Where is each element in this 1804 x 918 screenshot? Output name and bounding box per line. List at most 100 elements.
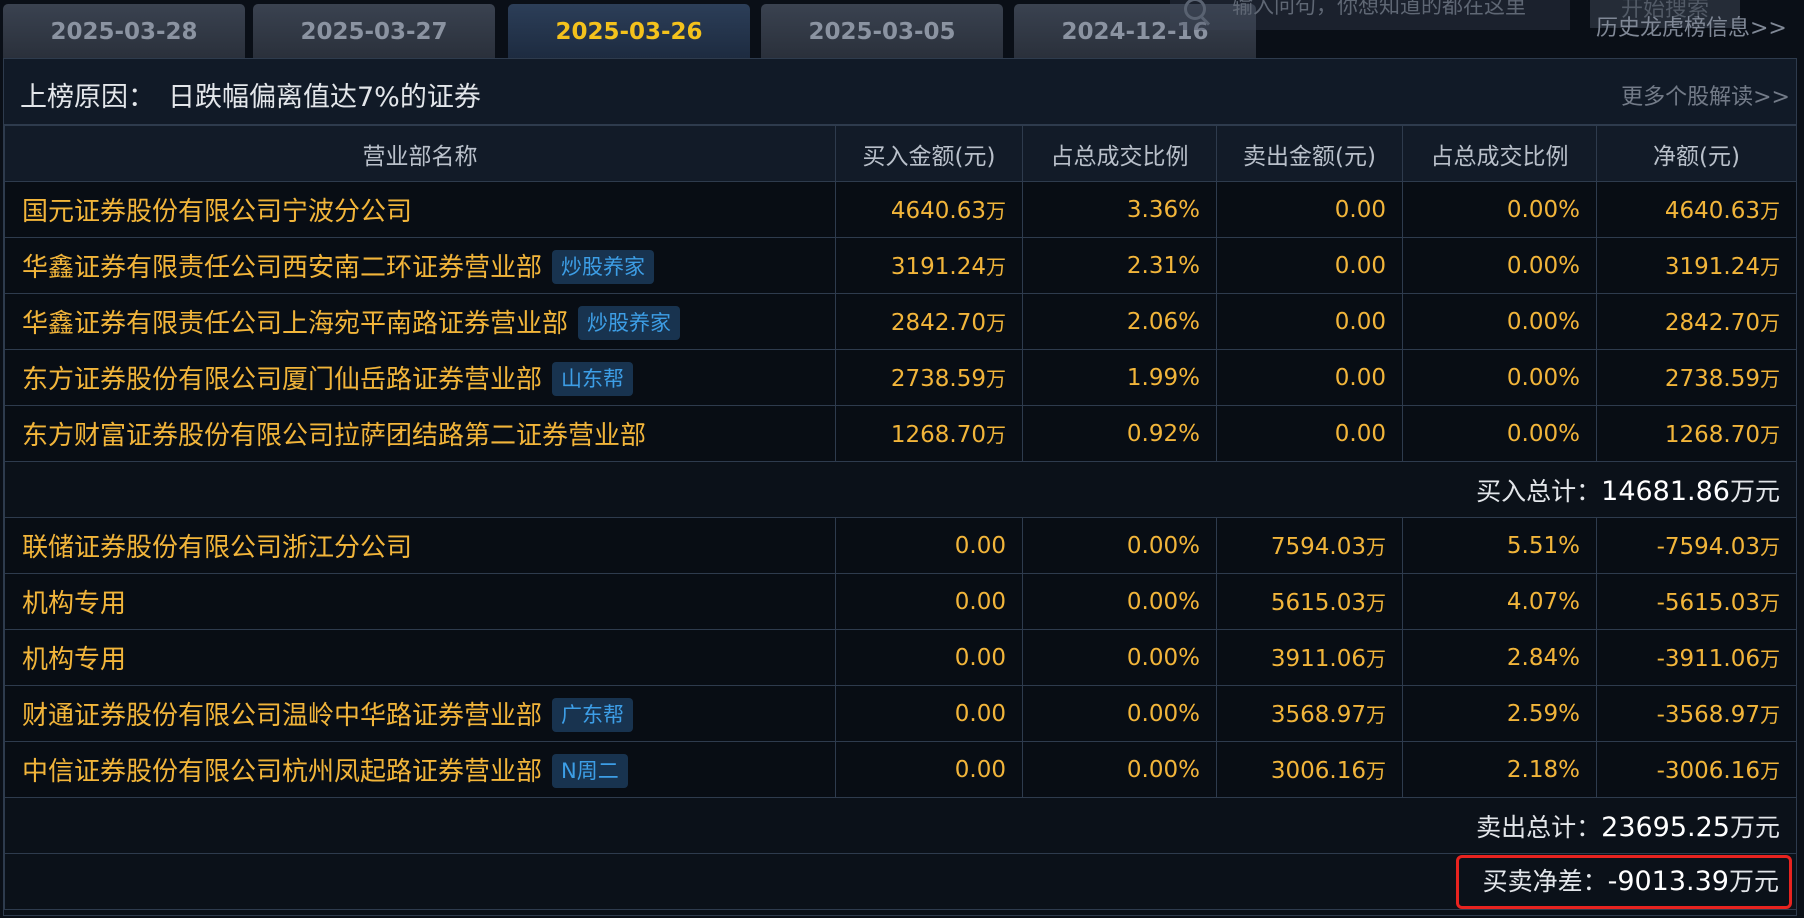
sell-ratio-cell-value: 2.59% — [1506, 700, 1580, 727]
history-link[interactable]: 历史龙虎榜信息>> — [1596, 10, 1787, 42]
broker-name-cell[interactable]: 机构专用 — [4, 629, 836, 686]
header-broker-name: 营业部名称 — [4, 125, 836, 182]
unit-label: 万 — [986, 423, 1006, 447]
buy-amount-cell-value: 0.00 — [954, 700, 1006, 727]
header-buy-amount: 买入金额(元) — [835, 125, 1023, 182]
unit-label: 万 — [986, 199, 1006, 223]
broker-name-cell[interactable]: 华鑫证券有限责任公司上海宛平南路证券营业部 炒股养家 — [4, 293, 836, 350]
sell-amount-cell: 3006.16万 — [1216, 741, 1403, 798]
buy-total-value: 14681.86 — [1601, 475, 1730, 507]
broker-name[interactable]: 机构专用 — [22, 645, 126, 675]
sell-ratio-cell-value: 5.51% — [1506, 532, 1580, 559]
table-row[interactable]: 华鑫证券有限责任公司西安南二环证券营业部 炒股养家 3191.24万 2.31% 0.0… — [4, 237, 1797, 294]
unit-label: 万 — [1760, 703, 1780, 727]
net-diff-unit: 万元 — [1728, 866, 1779, 896]
listing-reason-row: 上榜原因： 日跌幅偏离值达7%的证券 更多个股解读>> — [4, 59, 1796, 125]
search-input[interactable]: 输入问句，你想知道的都在这里 — [1170, 0, 1570, 30]
broker-name[interactable]: 联储证券股份有限公司浙江分公司 — [22, 533, 412, 563]
sell-total-value: 23695.25 — [1601, 811, 1730, 843]
broker-name[interactable]: 中信证券股份有限公司杭州凤起路证券营业部 — [22, 757, 542, 787]
sell-ratio-cell-value: 2.84% — [1506, 644, 1580, 671]
unit-label: 万 — [1760, 591, 1780, 615]
table-row[interactable]: 联储证券股份有限公司浙江分公司 0.00 0.00% 7594.03万 5.51% -75… — [4, 517, 1797, 574]
buy-ratio-cell: 2.31% — [1022, 237, 1217, 294]
net-diff-cell: 买卖净差：-9013.39万元 — [4, 853, 1797, 910]
unit-label: 万 — [1760, 255, 1780, 279]
search-icon — [1184, 0, 1206, 20]
sell-amount-cell-value: 3568.97 — [1270, 702, 1366, 728]
broker-name[interactable]: 华鑫证券有限责任公司西安南二环证券营业部 — [22, 253, 542, 283]
table-row[interactable]: 国元证券股份有限公司宁波分公司 4640.63万 3.36% 0.00 0.00% 464… — [4, 181, 1797, 238]
buy-amount-cell-value: 0.00 — [954, 756, 1006, 783]
trader-tag[interactable]: 山东帮 — [552, 362, 634, 396]
tab-2025-03-26[interactable]: 2025-03-26 — [508, 4, 750, 58]
tab-2025-03-28[interactable]: 2025-03-28 — [3, 4, 245, 58]
broker-name[interactable]: 东方证券股份有限公司厦门仙岳路证券营业部 — [22, 365, 542, 395]
sell-amount-cell-value: 0.00 — [1334, 308, 1386, 335]
net-amount-cell: 1268.70万 — [1596, 405, 1797, 462]
tab-2025-03-05[interactable]: 2025-03-05 — [761, 4, 1003, 58]
buy-ratio-cell-value: 0.92% — [1126, 420, 1200, 447]
table-row[interactable]: 财通证券股份有限公司温岭中华路证券营业部 广东帮 0.00 0.00% 3568.97万… — [4, 685, 1797, 742]
broker-name-cell[interactable]: 财通证券股份有限公司温岭中华路证券营业部 广东帮 — [4, 685, 836, 742]
buy-amount-cell-value: 1268.70 — [890, 422, 986, 448]
sell-ratio-cell: 0.00% — [1402, 237, 1597, 294]
buy-ratio-cell: 0.00% — [1022, 741, 1217, 798]
sell-ratio-cell-value: 4.07% — [1506, 588, 1580, 615]
broker-name-cell[interactable]: 联储证券股份有限公司浙江分公司 — [4, 517, 836, 574]
buy-ratio-cell-value: 0.00% — [1126, 588, 1200, 615]
table-row[interactable]: 东方证券股份有限公司厦门仙岳路证券营业部 山东帮 2738.59万 1.99% 0.00… — [4, 349, 1797, 406]
dragon-tiger-table-panel: 上榜原因： 日跌幅偏离值达7%的证券 更多个股解读>> 营业部名称 买入金额(元… — [3, 58, 1797, 916]
trader-tag[interactable]: N周二 — [552, 754, 628, 788]
sell-amount-cell: 0.00 — [1216, 293, 1403, 350]
table-row[interactable]: 中信证券股份有限公司杭州凤起路证券营业部 N周二 0.00 0.00% 3006.16万… — [4, 741, 1797, 798]
table-row[interactable]: 机构专用 0.00 0.00% 5615.03万 4.07% -5615.03万 — [4, 573, 1797, 630]
buy-amount-cell: 2738.59万 — [835, 349, 1023, 406]
table-header-row: 营业部名称 买入金额(元) 占总成交比例 卖出金额(元) 占总成交比例 净额(元… — [4, 125, 1797, 182]
sell-ratio-cell-value: 2.18% — [1506, 756, 1580, 783]
trader-tag[interactable]: 炒股养家 — [552, 250, 655, 284]
table-row[interactable]: 华鑫证券有限责任公司上海宛平南路证券营业部 炒股养家 2842.70万 2.06% 0.… — [4, 293, 1797, 350]
buy-total-unit: 万元 — [1729, 476, 1780, 506]
tab-2025-03-27[interactable]: 2025-03-27 — [253, 4, 495, 58]
broker-name[interactable]: 国元证券股份有限公司宁波分公司 — [22, 197, 412, 227]
sell-rows: 联储证券股份有限公司浙江分公司 0.00 0.00% 7594.03万 5.51% -75… — [4, 517, 1797, 798]
table-row[interactable]: 东方财富证券股份有限公司拉萨团结路第二证券营业部 1268.70万 0.92% 0.0… — [4, 405, 1797, 462]
buy-amount-cell: 0.00 — [835, 517, 1023, 574]
date-tab-bar: 2025-03-28 2025-03-27 2025-03-26 2025-03… — [0, 0, 1804, 58]
broker-name[interactable]: 华鑫证券有限责任公司上海宛平南路证券营业部 — [22, 309, 568, 339]
sell-amount-cell-value: 7594.03 — [1270, 534, 1366, 560]
buy-ratio-cell-value: 0.00% — [1126, 644, 1200, 671]
broker-name[interactable]: 机构专用 — [22, 589, 126, 619]
net-amount-cell: 4640.63万 — [1596, 181, 1797, 238]
sell-amount-cell: 3911.06万 — [1216, 629, 1403, 686]
reason-text: 日跌幅偏离值达7%的证券 — [168, 82, 481, 113]
broker-name-cell[interactable]: 东方财富证券股份有限公司拉萨团结路第二证券营业部 — [4, 405, 836, 462]
buy-ratio-cell-value: 1.99% — [1126, 364, 1200, 391]
net-amount-cell: 3191.24万 — [1596, 237, 1797, 294]
table-row[interactable]: 机构专用 0.00 0.00% 3911.06万 2.84% -3911.06万 — [4, 629, 1797, 686]
trader-tag[interactable]: 炒股养家 — [578, 306, 681, 340]
broker-name-cell[interactable]: 华鑫证券有限责任公司西安南二环证券营业部 炒股养家 — [4, 237, 836, 294]
broker-name-cell[interactable]: 中信证券股份有限公司杭州凤起路证券营业部 N周二 — [4, 741, 836, 798]
net-amount-cell: 2738.59万 — [1596, 349, 1797, 406]
trader-tag[interactable]: 广东帮 — [552, 698, 634, 732]
sell-ratio-cell: 2.18% — [1402, 741, 1597, 798]
buy-ratio-cell: 0.92% — [1022, 405, 1217, 462]
broker-name-cell[interactable]: 机构专用 — [4, 573, 836, 630]
broker-name-cell[interactable]: 国元证券股份有限公司宁波分公司 — [4, 181, 836, 238]
broker-name[interactable]: 财通证券股份有限公司温岭中华路证券营业部 — [22, 701, 542, 731]
buy-ratio-cell: 2.06% — [1022, 293, 1217, 350]
buy-total-cell: 买入总计：14681.86万元 — [4, 461, 1797, 518]
more-analysis-link[interactable]: 更多个股解读>> — [1621, 79, 1790, 111]
broker-name[interactable]: 东方财富证券股份有限公司拉萨团结路第二证券营业部 — [22, 421, 646, 451]
net-amount-cell-value: -3911.06 — [1656, 646, 1760, 672]
buy-ratio-cell: 0.00% — [1022, 573, 1217, 630]
header-buy-ratio: 占总成交比例 — [1022, 125, 1217, 182]
broker-name-cell[interactable]: 东方证券股份有限公司厦门仙岳路证券营业部 山东帮 — [4, 349, 836, 406]
broker-table: 营业部名称 买入金额(元) 占总成交比例 卖出金额(元) 占总成交比例 净额(元… — [4, 125, 1797, 910]
sell-ratio-cell: 2.84% — [1402, 629, 1597, 686]
sell-amount-cell: 5615.03万 — [1216, 573, 1403, 630]
buy-amount-cell-value: 2842.70 — [890, 310, 986, 336]
unit-label: 万 — [1366, 703, 1386, 727]
